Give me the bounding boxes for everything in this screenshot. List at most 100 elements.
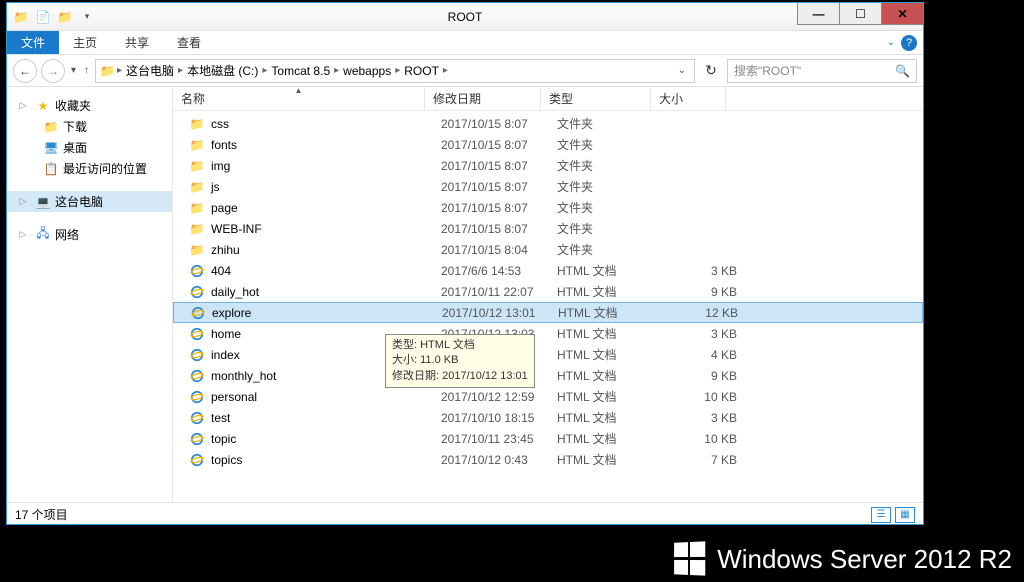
file-date: 2017/10/15 8:07 (441, 201, 557, 215)
file-date: 2017/10/15 8:07 (441, 159, 557, 173)
up-button[interactable]: ↑ (82, 65, 91, 76)
file-row[interactable]: topic2017/10/11 23:45HTML 文档10 KB (173, 428, 923, 449)
file-name: test (211, 411, 441, 425)
explorer-window: 📁 📄 📁 ▾ ROOT — ☐ ✕ 文件 主页 共享 查看 ⌄ ? ← → ▾… (6, 2, 924, 525)
file-size: 4 KB (667, 348, 737, 362)
status-bar: 17 个项目 ☰ ▦ (7, 502, 923, 526)
sidebar-downloads[interactable]: 📁下载 (7, 116, 172, 137)
maximize-button[interactable]: ☐ (839, 3, 881, 25)
back-button[interactable]: ← (13, 59, 37, 83)
folder-icon: 📁 (189, 179, 205, 195)
chevron-icon: ▷ (15, 98, 31, 114)
html-file-icon (190, 305, 206, 321)
minimize-button[interactable]: — (797, 3, 839, 25)
file-row[interactable]: personal2017/10/12 12:59HTML 文档10 KB (173, 386, 923, 407)
file-size: 12 KB (668, 306, 738, 320)
html-file-icon (189, 263, 205, 279)
file-type: 文件夹 (557, 157, 667, 174)
file-row[interactable]: 4042017/6/6 14:53HTML 文档3 KB (173, 260, 923, 281)
html-file-icon (189, 452, 205, 468)
col-name[interactable]: 名称▲ (173, 87, 425, 110)
folder-icon: 📁 (189, 137, 205, 153)
file-size: 10 KB (667, 390, 737, 404)
forward-button[interactable]: → (41, 59, 65, 83)
view-icons-button[interactable]: ▦ (895, 507, 915, 523)
file-row[interactable]: 📁 fonts2017/10/15 8:07文件夹 (173, 134, 923, 155)
sidebar-desktop[interactable]: 🖥桌面 (7, 137, 172, 158)
ribbon-tabs: 文件 主页 共享 查看 ⌄ ? (7, 31, 923, 55)
recent-icon: 📋 (43, 161, 59, 177)
html-file-icon (189, 431, 205, 447)
file-row[interactable]: 📁page2017/10/15 8:07文件夹 (173, 197, 923, 218)
file-row[interactable]: index2017/10/11 22:07HTML 文档4 KB (173, 344, 923, 365)
file-type: HTML 文档 (558, 304, 668, 321)
col-type[interactable]: 类型 (541, 87, 651, 110)
file-row[interactable]: monthly_hot2017/10/11 22:07HTML 文档9 KB (173, 365, 923, 386)
sidebar-thispc[interactable]: ▷💻这台电脑 (7, 191, 172, 212)
qat-newfolder-icon[interactable]: 📁 (55, 7, 75, 27)
html-file-icon (189, 284, 205, 300)
col-date[interactable]: 修改日期 (425, 87, 541, 110)
file-type: 文件夹 (557, 178, 667, 195)
view-details-button[interactable]: ☰ (871, 507, 891, 523)
crumb-webapps[interactable]: webapps (341, 64, 393, 78)
file-name: topics (211, 453, 441, 467)
file-row[interactable]: 📁zhihu2017/10/15 8:04文件夹 (173, 239, 923, 260)
file-row[interactable]: daily_hot2017/10/11 22:07HTML 文档9 KB (173, 281, 923, 302)
close-button[interactable]: ✕ (881, 3, 923, 25)
tab-file[interactable]: 文件 (7, 31, 59, 54)
sidebar: ▷★收藏夹 📁下载 🖥桌面 📋最近访问的位置 ▷💻这台电脑 ▷🖧网络 (7, 87, 173, 502)
file-list: 名称▲ 修改日期 类型 大小 📁css2017/10/15 8:07文件夹📁fo… (173, 87, 923, 502)
windows-logo-icon (674, 541, 707, 577)
breadcrumb[interactable]: 📁 ▸ 这台电脑▸ 本地磁盘 (C:)▸ Tomcat 8.5▸ webapps… (95, 59, 695, 83)
crumb-thispc[interactable]: 这台电脑 (124, 62, 176, 79)
ribbon-expand-icon[interactable]: ⌄ (887, 37, 895, 48)
sidebar-favorites[interactable]: ▷★收藏夹 (7, 95, 172, 116)
file-date: 2017/10/15 8:07 (441, 180, 557, 194)
file-row[interactable]: topics2017/10/12 0:43HTML 文档7 KB (173, 449, 923, 470)
qat-properties-icon[interactable]: 📄 (33, 7, 53, 27)
file-row[interactable]: 📁WEB-INF2017/10/15 8:07文件夹 (173, 218, 923, 239)
crumb-tomcat[interactable]: Tomcat 8.5 (269, 64, 332, 78)
recent-locations-icon[interactable]: ▾ (69, 65, 78, 76)
file-row[interactable]: 📁img2017/10/15 8:07文件夹 (173, 155, 923, 176)
file-date: 2017/10/15 8:04 (441, 243, 557, 257)
file-row[interactable]: explore2017/10/12 13:01HTML 文档12 KB (173, 302, 923, 323)
address-dropdown-icon[interactable]: ⌄ (674, 65, 690, 76)
crumb-root[interactable]: ROOT (402, 64, 441, 78)
tab-share[interactable]: 共享 (111, 31, 163, 54)
refresh-button[interactable]: ↻ (699, 59, 723, 83)
file-name: 404 (211, 264, 441, 278)
file-row[interactable]: home2017/10/12 13:03HTML 文档3 KB (173, 323, 923, 344)
help-icon[interactable]: ? (901, 35, 917, 51)
html-file-icon (189, 347, 205, 363)
file-date: 2017/6/6 14:53 (441, 264, 557, 278)
file-row[interactable]: 📁js2017/10/15 8:07文件夹 (173, 176, 923, 197)
sort-asc-icon: ▲ (295, 86, 303, 95)
folder-icon: 📁 (189, 221, 205, 237)
status-text: 17 个项目 (15, 506, 68, 523)
tab-home[interactable]: 主页 (59, 31, 111, 54)
file-type: HTML 文档 (557, 388, 667, 405)
file-row[interactable]: test2017/10/10 18:15HTML 文档3 KB (173, 407, 923, 428)
file-date: 2017/10/15 8:07 (441, 138, 557, 152)
folder-icon: 📁 (189, 116, 205, 132)
file-name: fonts (211, 138, 441, 152)
tab-view[interactable]: 查看 (163, 31, 215, 54)
file-name: explore (212, 306, 442, 320)
chevron-icon: ▷ (15, 227, 31, 243)
file-type: 文件夹 (557, 136, 667, 153)
file-row[interactable]: 📁css2017/10/15 8:07文件夹 (173, 113, 923, 134)
app-icon: 📁 (11, 7, 31, 27)
file-date: 2017/10/12 0:43 (441, 453, 557, 467)
file-date: 2017/10/11 23:45 (441, 432, 557, 446)
file-tooltip: 类型: HTML 文档 大小: 11.0 KB 修改日期: 2017/10/12… (385, 334, 535, 388)
col-size[interactable]: 大小 (651, 87, 726, 110)
file-name: zhihu (211, 243, 441, 257)
sidebar-recent[interactable]: 📋最近访问的位置 (7, 158, 172, 179)
search-input[interactable]: 搜索"ROOT" 🔍 (727, 59, 917, 83)
qat-dropdown-icon[interactable]: ▾ (77, 7, 97, 27)
crumb-drive[interactable]: 本地磁盘 (C:) (185, 62, 260, 79)
sidebar-network[interactable]: ▷🖧网络 (7, 224, 172, 245)
file-type: 文件夹 (557, 241, 667, 258)
